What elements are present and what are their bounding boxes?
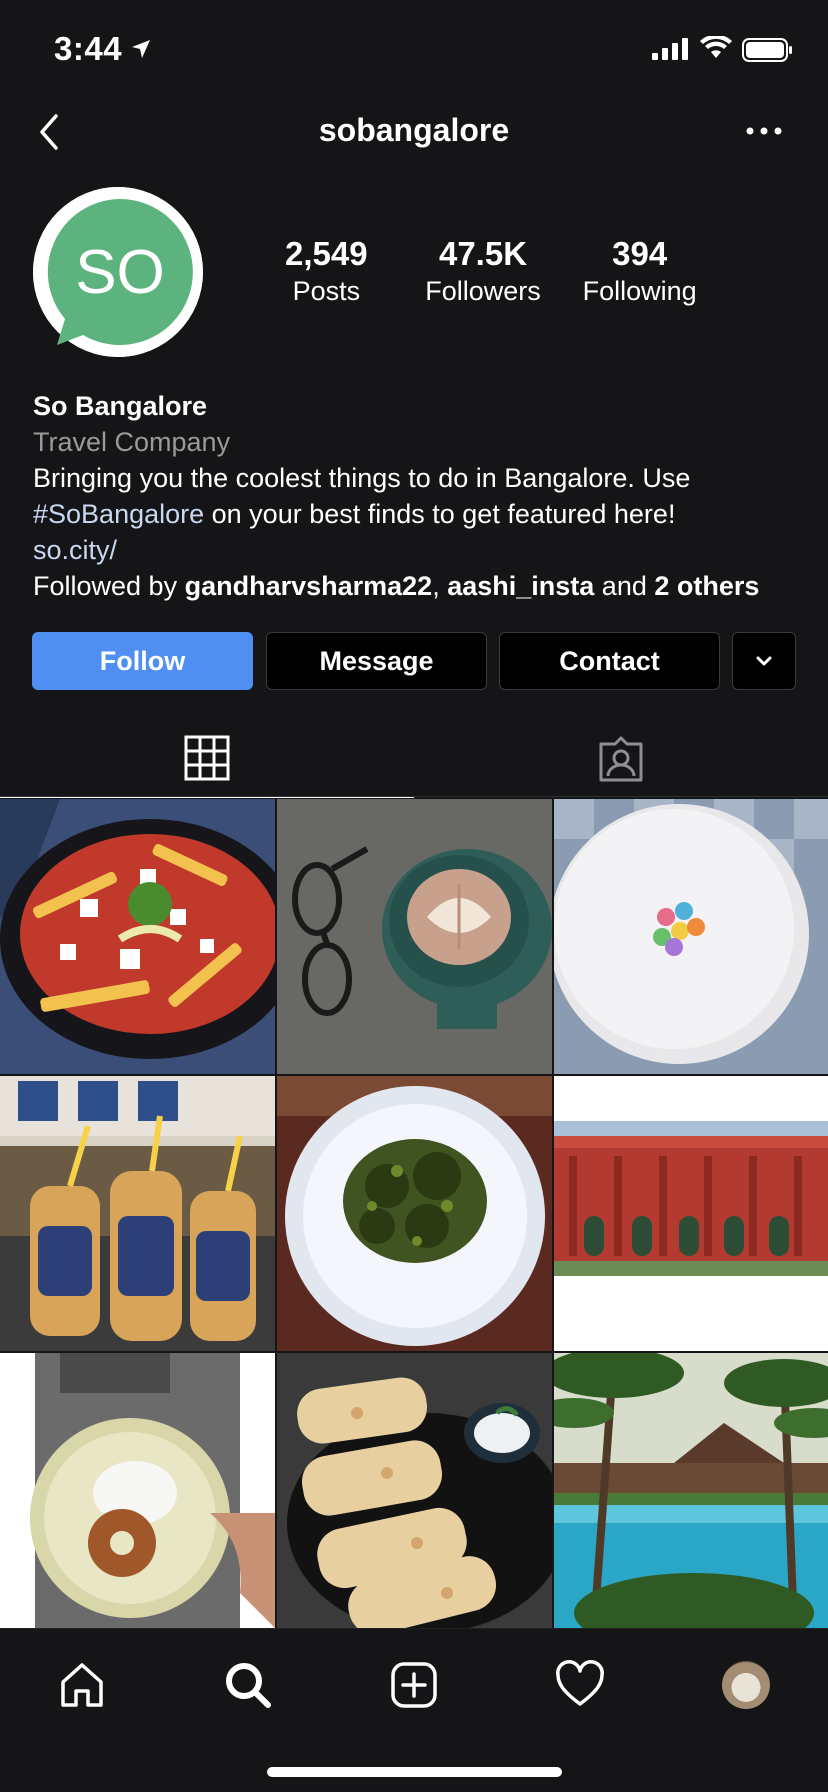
follow-button[interactable]: Follow: [32, 632, 253, 690]
tagged-person-icon: [599, 736, 643, 782]
website-link[interactable]: so.city/: [33, 532, 813, 568]
so-logo-icon: SO: [33, 187, 203, 357]
followed-by-prefix: Followed by: [33, 571, 185, 601]
tab-posts-grid[interactable]: [0, 720, 414, 798]
stat-label: Following: [582, 276, 697, 306]
battery-icon: [742, 38, 792, 62]
stat-label: Followers: [425, 276, 541, 306]
profile-tab[interactable]: [716, 1655, 776, 1715]
heart-icon: [556, 1660, 604, 1706]
home-tab[interactable]: [52, 1655, 112, 1715]
display-name: So Bangalore: [33, 391, 208, 421]
suggested-accounts-button[interactable]: [732, 632, 796, 690]
post-thumbnail[interactable]: [554, 1353, 828, 1628]
bottom-tab-bar: [0, 1628, 828, 1792]
post-thumbnail[interactable]: [277, 1353, 552, 1628]
contact-button[interactable]: Contact: [499, 632, 720, 690]
profile-header-nav: sobangalore: [0, 96, 828, 168]
followed-user: aashi_insta: [447, 571, 595, 601]
search-tab[interactable]: [218, 1655, 278, 1715]
stat-value: 394: [612, 235, 668, 272]
wifi-icon: [700, 36, 732, 58]
tabs-divider: [0, 796, 828, 797]
tab-tagged[interactable]: [414, 720, 828, 798]
home-indicator: [267, 1767, 562, 1777]
search-icon: [226, 1663, 271, 1708]
cellular-signal-icon: [652, 38, 688, 60]
grid-icon: [184, 735, 230, 781]
profile-tabs: [0, 720, 828, 798]
post-image: [277, 1076, 552, 1351]
bio-text-line2: #SoBangalore on your best finds to get f…: [33, 496, 813, 532]
chevron-down-icon: [756, 656, 772, 666]
profile-actions: Follow Message Contact: [32, 632, 796, 690]
post-thumbnail[interactable]: [0, 1353, 275, 1628]
post-thumbnail[interactable]: [277, 1076, 552, 1351]
followed-user: gandharvsharma22: [184, 571, 433, 601]
separator: ,: [432, 571, 448, 601]
post-thumbnail[interactable]: [277, 799, 552, 1074]
hashtag-link[interactable]: #SoBangalore: [33, 499, 204, 529]
bio-text: on your best finds to get featured here!: [204, 499, 676, 529]
post-image: [277, 1353, 552, 1628]
home-icon: [61, 1663, 103, 1707]
post-thumbnail[interactable]: [0, 799, 275, 1074]
stat-following[interactable]: 394 Following: [561, 234, 718, 308]
post-image: [277, 799, 552, 1074]
profile-bio: So Bangalore Travel Company Bringing you…: [33, 388, 813, 604]
profile-avatar[interactable]: SO: [33, 187, 203, 357]
add-post-icon: [391, 1662, 437, 1708]
status-bar: 3:44: [0, 0, 828, 96]
location-arrow-icon: [132, 40, 150, 58]
post-thumbnail[interactable]: [0, 1076, 275, 1351]
others-count: 2 others: [654, 571, 760, 601]
post-image: [554, 1076, 828, 1351]
post-thumbnail[interactable]: [554, 799, 828, 1074]
followed-by[interactable]: Followed by gandharvsharma22, aashi_inst…: [33, 568, 813, 604]
post-image: [0, 1353, 275, 1628]
avatar-initials: SO: [75, 238, 165, 307]
profile-stats: 2,549 Posts 47.5K Followers 394 Followin…: [248, 234, 718, 308]
stat-label: Posts: [292, 276, 361, 306]
stat-value: 2,549: [285, 235, 368, 272]
page-title: sobangalore: [318, 112, 510, 148]
message-button[interactable]: Message: [266, 632, 487, 690]
stat-posts[interactable]: 2,549 Posts: [248, 234, 405, 308]
more-options-icon[interactable]: [744, 116, 784, 146]
post-image: [0, 1076, 275, 1351]
and-text: and: [594, 571, 655, 601]
bio-text-line1: Bringing you the coolest things to do in…: [33, 463, 691, 493]
post-image: [554, 1353, 828, 1628]
stat-followers[interactable]: 47.5K Followers: [405, 234, 562, 308]
new-post-tab[interactable]: [384, 1655, 444, 1715]
stat-value: 47.5K: [438, 235, 528, 272]
post-image: [0, 799, 275, 1074]
profile-avatar-icon: [722, 1661, 770, 1709]
post-thumbnail[interactable]: [554, 1076, 828, 1351]
activity-tab[interactable]: [550, 1655, 610, 1715]
status-time: 3:44: [54, 30, 123, 67]
account-category: Travel Company: [33, 427, 231, 457]
post-image: [554, 799, 828, 1074]
